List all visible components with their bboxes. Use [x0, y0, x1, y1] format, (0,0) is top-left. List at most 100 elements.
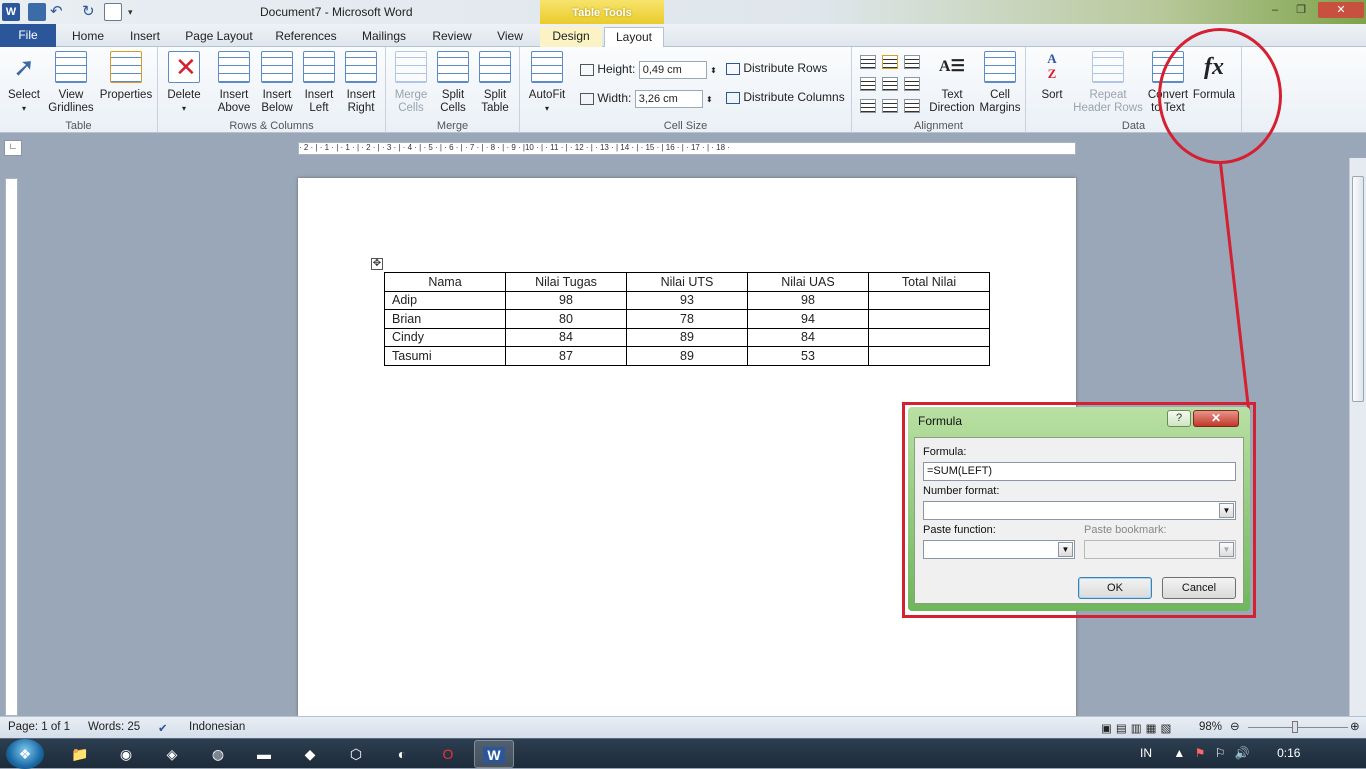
table-header-cell[interactable]: Nilai Tugas — [505, 272, 627, 292]
table-cell[interactable] — [868, 346, 990, 366]
zoom-level[interactable]: 98% — [1199, 721, 1222, 733]
action-center-icon[interactable]: ⚐ — [1215, 746, 1226, 760]
chevron-down-icon[interactable]: ▼ — [1219, 542, 1234, 557]
delete-button[interactable]: ✕ Delete ▾ — [162, 51, 206, 115]
zoom-in-icon[interactable]: ⊕ — [1350, 719, 1360, 733]
word-count-status[interactable]: Words: 25 — [88, 721, 140, 733]
dialog-help-button[interactable]: ? — [1167, 410, 1191, 427]
view-buttons-icon[interactable]: ▣▤▥▦▧ — [1101, 721, 1175, 735]
cell-margins-button[interactable]: Cell Margins — [976, 51, 1024, 115]
height-spinner-icon[interactable]: ⬍ — [710, 66, 717, 75]
tool-icon[interactable]: ▬ — [244, 740, 284, 768]
tab-mailings[interactable]: Mailings — [352, 27, 416, 47]
align-bottom-right-icon[interactable] — [904, 99, 920, 113]
table-cell[interactable]: 93 — [626, 290, 748, 310]
table-cell[interactable] — [868, 309, 990, 329]
table-cell[interactable]: 98 — [505, 290, 627, 310]
vertical-ruler[interactable] — [5, 178, 18, 716]
undo-icon[interactable]: ↶ — [50, 3, 68, 21]
table-cell[interactable]: 89 — [626, 327, 748, 347]
volume-icon[interactable]: 🔊 — [1235, 746, 1250, 760]
paste-function-select[interactable]: ▼ — [923, 540, 1075, 559]
scrollbar-thumb[interactable] — [1352, 176, 1364, 402]
table-header-cell[interactable]: Total Nilai — [868, 272, 990, 292]
explorer-icon[interactable]: 📁 — [60, 740, 100, 768]
sort-button[interactable]: AZ Sort — [1032, 51, 1072, 102]
table-cell[interactable] — [868, 327, 990, 347]
opera-icon[interactable]: O — [428, 740, 468, 768]
horizontal-ruler[interactable]: · 2 · | · 1 · | · 1 · | · 2 · | · 3 · | … — [298, 142, 1076, 155]
tab-page-layout[interactable]: Page Layout — [178, 27, 260, 47]
table-cell[interactable]: 87 — [505, 346, 627, 366]
table-header-cell[interactable]: Nilai UAS — [747, 272, 869, 292]
table-cell[interactable]: Tasumi — [384, 346, 506, 366]
zoom-slider-thumb[interactable] — [1292, 721, 1298, 733]
firefox-icon[interactable]: ◐ — [382, 740, 422, 768]
distribute-rows-button[interactable]: Distribute Rows — [726, 61, 827, 75]
tab-design[interactable]: Design — [540, 27, 602, 47]
table-cell[interactable]: 98 — [747, 290, 869, 310]
dialog-close-button[interactable]: ✕ — [1193, 410, 1239, 427]
clock[interactable]: 0:16 — [1277, 746, 1300, 760]
minimize-button[interactable]: – — [1264, 2, 1286, 18]
tab-references[interactable]: References — [270, 27, 342, 47]
tab-review[interactable]: Review — [424, 27, 480, 47]
width-input[interactable]: 3,26 cm — [634, 90, 703, 108]
align-center-right-icon[interactable] — [904, 77, 920, 91]
print-preview-icon[interactable] — [104, 3, 122, 21]
properties-button[interactable]: Properties — [98, 51, 154, 102]
network-icon[interactable]: ⚑ — [1195, 746, 1206, 760]
chevron-down-icon[interactable]: ▼ — [1219, 503, 1234, 518]
virtualbox-icon[interactable]: ⬡ — [336, 740, 376, 768]
table-cell[interactable]: 89 — [626, 346, 748, 366]
table-cell[interactable]: 53 — [747, 346, 869, 366]
proofing-icon[interactable]: ✔ — [158, 721, 168, 735]
tab-file[interactable]: File — [0, 24, 56, 47]
start-button[interactable]: ❖ — [6, 739, 44, 769]
table-cell[interactable]: 80 — [505, 309, 627, 329]
table-header-cell[interactable]: Nama — [384, 272, 506, 292]
zoom-out-icon[interactable]: ⊖ — [1230, 719, 1240, 733]
table-cell[interactable]: 94 — [747, 309, 869, 329]
select-button[interactable]: ➚ Select ▾ — [4, 51, 44, 115]
tab-view[interactable]: View — [488, 27, 532, 47]
app2-icon[interactable]: ◆ — [290, 740, 330, 768]
align-center-icon[interactable] — [882, 77, 898, 91]
merge-cells-button[interactable]: Merge Cells — [390, 51, 432, 115]
table-cell[interactable]: 84 — [747, 327, 869, 347]
table-cell[interactable]: Brian — [384, 309, 506, 329]
paste-bookmark-select[interactable]: ▼ — [1084, 540, 1236, 559]
tab-selector-button[interactable]: ∟ — [4, 140, 22, 156]
ok-button[interactable]: OK — [1078, 577, 1152, 599]
language-status[interactable]: Indonesian — [189, 721, 245, 733]
page-count-status[interactable]: Page: 1 of 1 — [8, 721, 70, 733]
tab-layout[interactable]: Layout — [604, 27, 664, 48]
height-input[interactable]: 0,49 cm — [638, 61, 707, 79]
align-center-left-icon[interactable] — [860, 77, 876, 91]
redo-icon[interactable]: ↻ — [82, 3, 100, 21]
align-bottom-left-icon[interactable] — [860, 99, 876, 113]
table-cell[interactable]: 84 — [505, 327, 627, 347]
autofit-button[interactable]: AutoFit ▾ — [524, 51, 570, 115]
insert-below-button[interactable]: Insert Below — [256, 51, 298, 115]
align-bottom-center-icon[interactable] — [882, 99, 898, 113]
close-button[interactable]: ✕ — [1318, 2, 1364, 18]
word-logo-icon[interactable]: W — [2, 3, 20, 21]
align-top-right-icon[interactable] — [904, 55, 920, 69]
view-gridlines-button[interactable]: View Gridlines — [46, 51, 96, 115]
chevron-down-icon[interactable]: ▼ — [1058, 542, 1073, 557]
tray-arrow-icon[interactable]: ▲ — [1173, 746, 1185, 760]
text-direction-button[interactable]: A☰ Text Direction — [928, 51, 976, 115]
split-table-button[interactable]: Split Table — [474, 51, 516, 115]
table-header-cell[interactable]: Nilai UTS — [626, 272, 748, 292]
table-move-handle-icon[interactable]: ✥ — [371, 258, 383, 270]
zoom-slider[interactable] — [1248, 727, 1348, 728]
customize-qat-icon[interactable]: ▾ — [128, 3, 146, 21]
restore-button[interactable]: ❐ — [1290, 2, 1312, 18]
insert-left-button[interactable]: Insert Left — [298, 51, 340, 115]
table-cell-total-active[interactable] — [868, 290, 990, 310]
width-spinner-icon[interactable]: ⬍ — [706, 95, 713, 104]
vertical-scrollbar[interactable] — [1349, 158, 1366, 716]
align-top-center-icon[interactable] — [882, 55, 898, 69]
table-cell[interactable]: Cindy — [384, 327, 506, 347]
